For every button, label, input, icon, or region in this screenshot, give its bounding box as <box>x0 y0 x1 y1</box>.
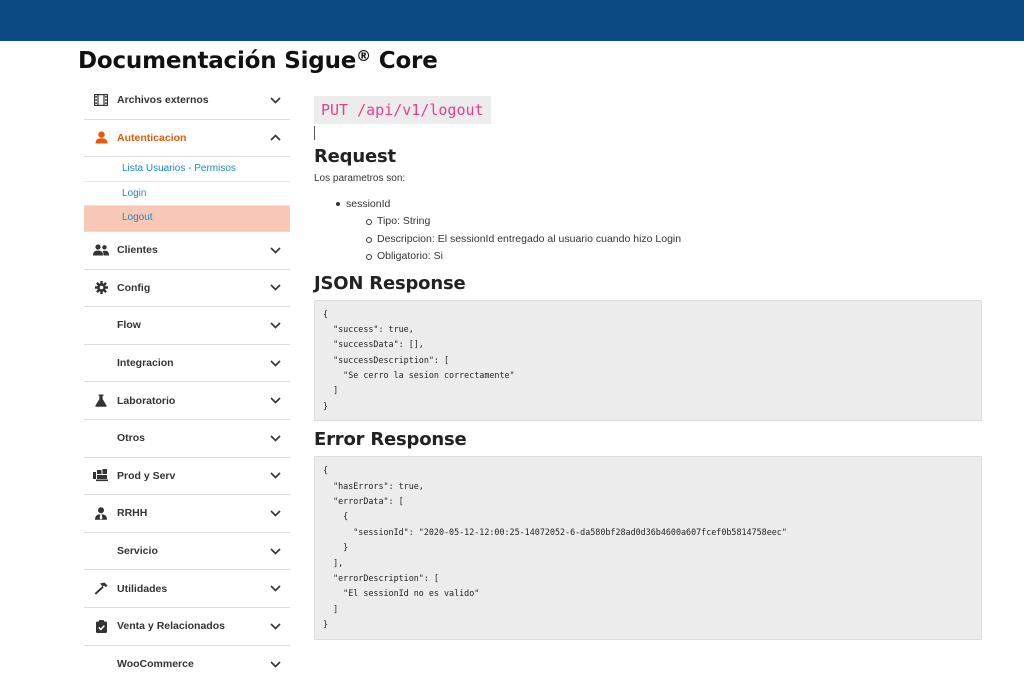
json-response-code: { "success": true, "successData": [], "s… <box>314 299 982 422</box>
sidebar-item-autenticacion[interactable]: Autenticacion <box>84 120 290 158</box>
sidebar-item-label: Servicio <box>117 545 158 558</box>
sidebar-item-rrhh[interactable]: RRHH <box>84 495 290 533</box>
code-line: { <box>323 465 329 476</box>
flask-icon <box>92 393 110 409</box>
sidebar-item-label: WooCommerce <box>117 658 194 671</box>
submenu-item-logout[interactable]: Logout <box>84 206 290 231</box>
param-detail-obligatorio: Obligatorio: Si <box>366 248 982 266</box>
chevron-down-icon[interactable] <box>268 431 282 445</box>
sidebar-item-label: Archivos externos <box>117 94 209 107</box>
users-icon <box>92 242 110 258</box>
code-line: "Se cerro la sesion correctamente" <box>323 370 515 381</box>
error-response-heading: Error Response <box>314 429 467 451</box>
sidebar-item-label: Clientes <box>117 244 158 257</box>
sidebar-item-label: Laboratorio <box>117 394 176 407</box>
sidebar-item-label: Otros <box>117 432 146 445</box>
json-response-heading: JSON Response <box>314 272 466 294</box>
code-line: "El sessionId no es valido" <box>323 588 480 599</box>
sidebar-item-config[interactable]: Config <box>84 270 290 308</box>
code-line: { <box>323 511 349 522</box>
gear-icon <box>92 280 110 296</box>
sidebar-item-prod-y-serv[interactable]: Prod y Serv <box>84 458 290 496</box>
param-item: sessionId Tipo: String Descripcion: El s… <box>336 196 982 266</box>
sidebar-menu: Archivos externos Autenticacion Lista Us… <box>84 82 290 683</box>
error-response-code: { "hasErrors": true, "errorData": [ { "s… <box>314 456 982 640</box>
chevron-down-icon[interactable] <box>268 281 282 295</box>
request-intro: Los parametros son: <box>314 173 406 184</box>
chevron-down-icon[interactable] <box>268 582 282 596</box>
clipboard-check-icon <box>92 618 110 634</box>
param-detail-list: Tipo: String Descripcion: El sessionId e… <box>346 213 982 266</box>
sidebar-item-label: Config <box>117 281 151 294</box>
sidebar-item-laboratorio[interactable]: Laboratorio <box>84 382 290 420</box>
code-line: "successData": [], <box>323 339 424 350</box>
chevron-down-icon[interactable] <box>268 93 282 107</box>
chevron-down-icon[interactable] <box>268 469 282 483</box>
sidebar-item-label: Utilidades <box>117 582 168 595</box>
code-line: "successDescription": [ <box>323 354 450 365</box>
code-line: ] <box>323 385 339 396</box>
chevron-down-icon[interactable] <box>268 394 282 408</box>
request-heading: Request <box>314 146 396 167</box>
chevron-down-icon[interactable] <box>268 356 282 370</box>
sidebar-item-utilidades[interactable]: Utilidades <box>84 570 290 608</box>
chevron-down-icon[interactable] <box>268 619 282 633</box>
doc-content: PUT /api/v1/logout Request Los parametro… <box>314 96 982 640</box>
chevron-up-icon[interactable] <box>268 131 282 145</box>
code-line: ] <box>323 603 339 614</box>
film-icon <box>92 92 110 108</box>
sidebar-item-archivos-externos[interactable]: Archivos externos <box>84 82 290 120</box>
param-detail-descripcion: Descripcion: El sessionId entregado al u… <box>366 231 982 249</box>
param-detail-tipo: Tipo: String <box>366 213 982 231</box>
page-title: Documentación Sigue® Core <box>78 47 438 74</box>
chevron-down-icon[interactable] <box>268 506 282 520</box>
code-line: } <box>323 400 329 411</box>
text-cursor <box>314 126 315 140</box>
sidebar-item-otros[interactable]: Otros <box>84 420 290 458</box>
code-line: ], <box>323 557 344 568</box>
code-line: } <box>323 542 349 553</box>
sidebar-item-integracion[interactable]: Integracion <box>84 345 290 383</box>
code-line: "hasErrors": true, <box>323 480 424 491</box>
sidebar-item-venta-y-relacionados[interactable]: Venta y Relacionados <box>84 608 290 646</box>
submenu-item-lista-usuarios-permisos[interactable]: Lista Usuarios - Permisos <box>84 157 290 182</box>
param-list: sessionId Tipo: String Descripcion: El s… <box>314 196 982 266</box>
sidebar-item-flow[interactable]: Flow <box>84 307 290 345</box>
sidebar-item-woocommerce[interactable]: WooCommerce <box>84 646 290 684</box>
dolly-icon <box>92 468 110 484</box>
top-bar <box>0 0 1024 41</box>
chevron-down-icon[interactable] <box>268 318 282 332</box>
sidebar-item-label: Venta y Relacionados <box>117 620 225 633</box>
chevron-down-icon[interactable] <box>268 544 282 558</box>
sidebar-item-clientes[interactable]: Clientes <box>84 232 290 270</box>
chevron-down-icon[interactable] <box>268 243 282 257</box>
code-line: "errorDescription": [ <box>323 572 439 583</box>
param-name: sessionId <box>346 198 391 210</box>
submenu-item-login[interactable]: Login <box>84 182 290 207</box>
hammer-icon <box>92 581 110 597</box>
code-line: "errorData": [ <box>323 496 404 507</box>
sidebar-item-label: Autenticacion <box>117 131 187 144</box>
user-icon <box>92 130 110 146</box>
chevron-down-icon[interactable] <box>268 657 282 671</box>
code-line: "sessionId": "2020-05-12-12:00:25-140720… <box>323 526 787 537</box>
submenu-autenticacion: Lista Usuarios - Permisos Login Logout <box>84 157 290 232</box>
endpoint-code: PUT /api/v1/logout <box>314 96 491 124</box>
user-tie-icon <box>92 505 110 521</box>
code-line: { <box>323 308 329 319</box>
sidebar-item-label: RRHH <box>117 507 148 520</box>
code-line: } <box>323 619 329 630</box>
code-line: "success": true, <box>323 323 414 334</box>
sidebar-item-label: Flow <box>117 319 141 332</box>
sidebar-item-servicio[interactable]: Servicio <box>84 533 290 571</box>
sidebar-item-label: Prod y Serv <box>117 469 176 482</box>
sidebar-item-label: Integracion <box>117 357 174 370</box>
